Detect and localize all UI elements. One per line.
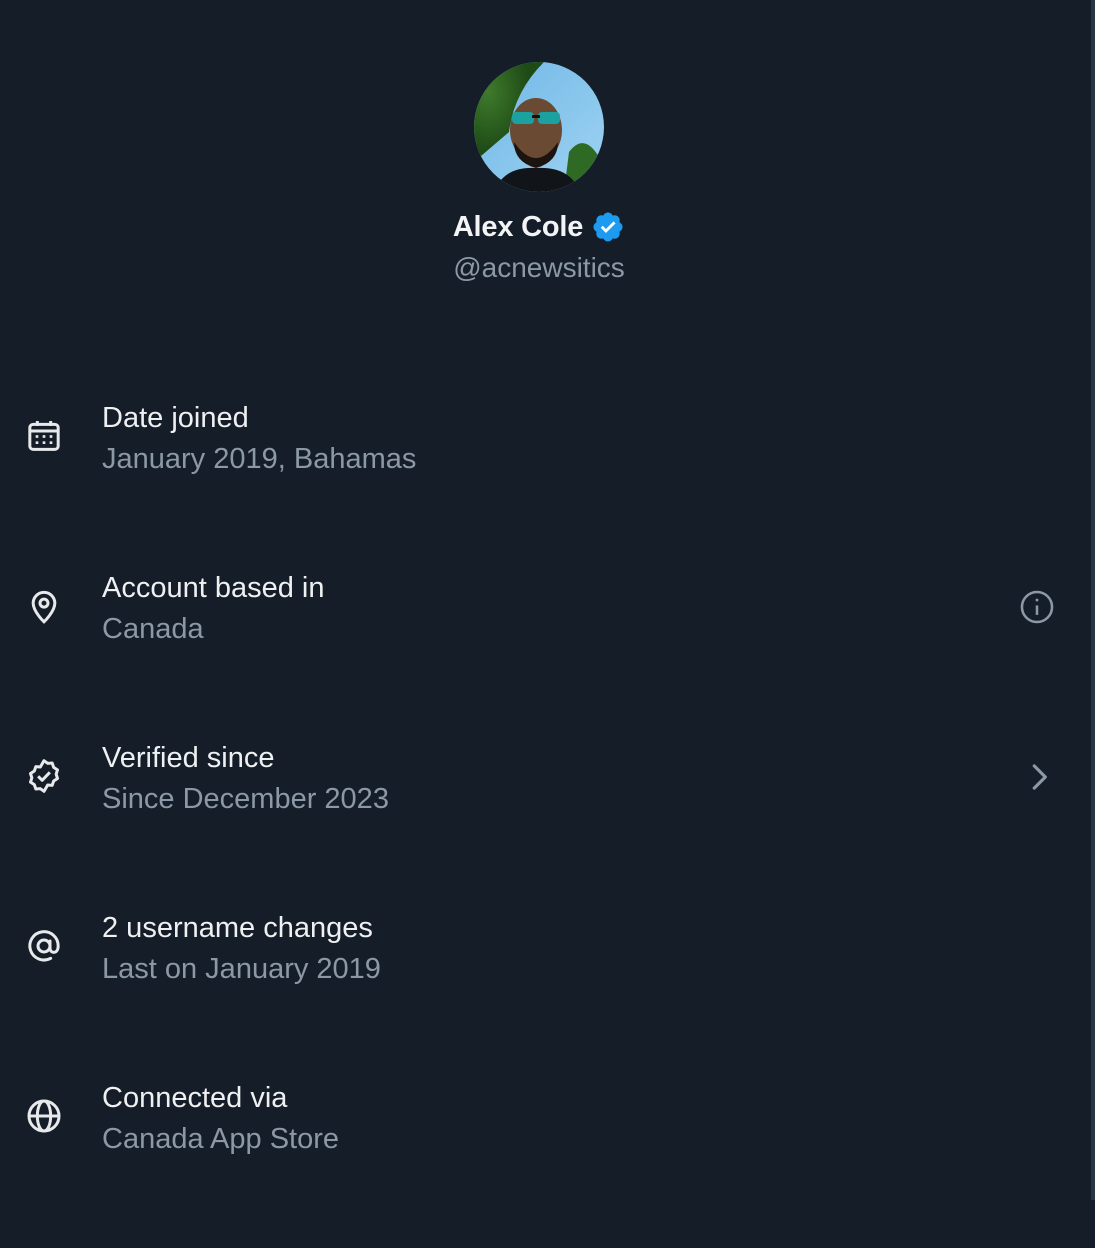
name-row: Alex Cole: [0, 210, 1078, 244]
row-subtitle: Canada: [102, 613, 204, 645]
row-date-joined: Date joined January 2019, Bahamas: [0, 398, 1078, 568]
calendar-icon: [24, 416, 64, 456]
verified-check-icon: [24, 756, 64, 796]
row-text: Connected via Canada App Store: [102, 1080, 339, 1157]
info-icon[interactable]: [1018, 588, 1056, 626]
row-title: Connected via: [102, 1082, 288, 1114]
at-sign-icon: [24, 926, 64, 966]
row-subtitle: January 2019, Bahamas: [102, 443, 417, 475]
row-text: Date joined January 2019, Bahamas: [102, 400, 416, 477]
row-title: Account based in: [102, 572, 325, 604]
profile-header: Alex Cole @acnewsitics: [0, 62, 1078, 284]
row-username-changes: 2 username changes Last on January 2019: [0, 908, 1078, 1078]
location-pin-icon: [24, 586, 64, 626]
row-account-based-in: Account based in Canada: [0, 568, 1078, 738]
row-text: 2 username changes Last on January 2019: [102, 910, 381, 987]
row-subtitle: Canada App Store: [102, 1123, 340, 1155]
row-connected-via: Connected via Canada App Store: [0, 1078, 1078, 1248]
row-text: Account based in Canada: [102, 570, 324, 647]
row-subtitle: Since December 2023: [102, 783, 389, 815]
globe-icon: [24, 1096, 64, 1136]
row-text: Verified since Since December 2023: [102, 740, 389, 817]
avatar[interactable]: [474, 62, 604, 192]
chevron-right-icon[interactable]: [1024, 758, 1054, 796]
display-name: Alex Cole: [452, 210, 584, 243]
row-subtitle: Last on January 2019: [102, 953, 381, 985]
row-verified-since[interactable]: Verified since Since December 2023: [0, 738, 1078, 908]
username-handle: @acnewsitics: [453, 252, 625, 283]
window-edge: [1091, 0, 1095, 1200]
row-title: Date joined: [102, 402, 249, 434]
account-info-list: Date joined January 2019, Bahamas Accoun…: [0, 398, 1078, 1248]
row-title: Verified since: [102, 742, 275, 774]
row-title: 2 username changes: [102, 912, 373, 944]
verified-badge-icon: [591, 210, 625, 244]
